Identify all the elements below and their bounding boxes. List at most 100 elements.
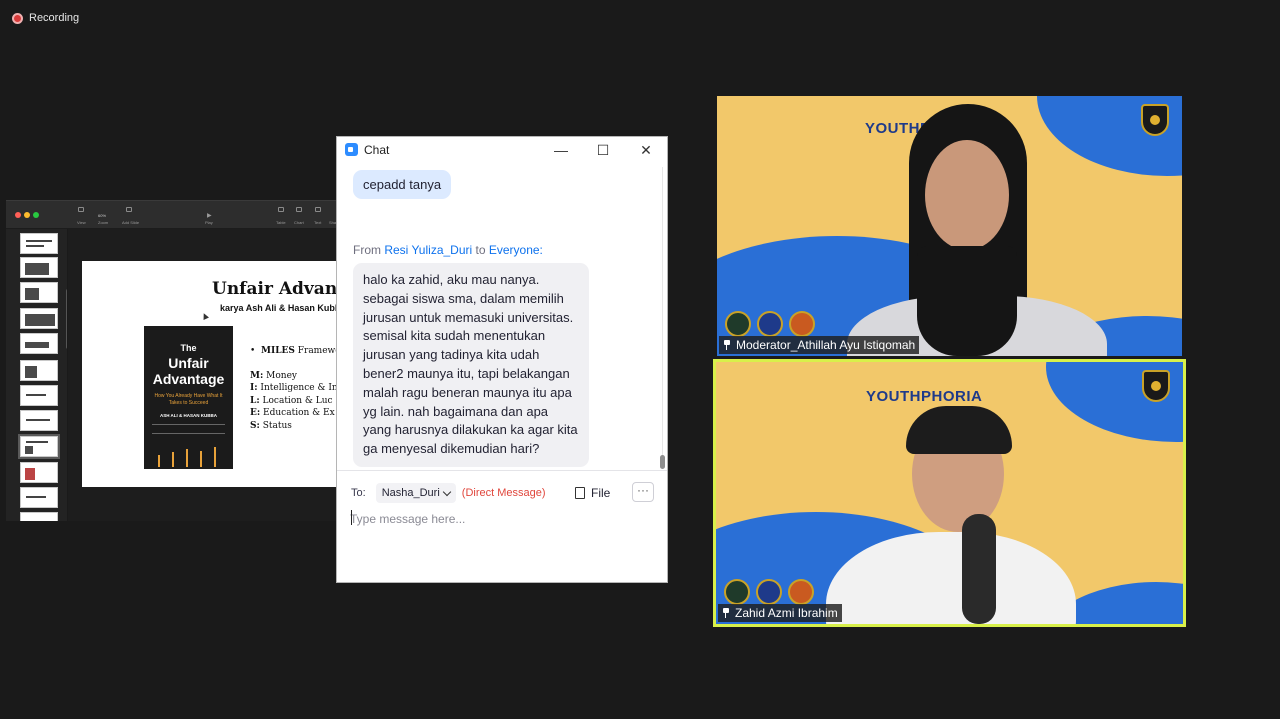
recording-icon bbox=[12, 12, 23, 24]
recipient-name-link[interactable]: Everyone: bbox=[489, 243, 543, 257]
toolbar-zoom-value[interactable]: 60% bbox=[98, 213, 106, 218]
miles-item: M: Money bbox=[250, 370, 297, 381]
slide-navigator[interactable] bbox=[6, 229, 68, 521]
video-tile-moderator[interactable]: YOUTHPHORIA Moderator_Athillah Ayu Istiq… bbox=[717, 96, 1182, 356]
pin-icon bbox=[723, 340, 731, 350]
add-slide-icon[interactable] bbox=[126, 207, 132, 212]
toolbar-play[interactable]: Play bbox=[205, 220, 213, 225]
book-tagline: How You Already Have What It Takes to Su… bbox=[154, 393, 223, 406]
toolbar-view[interactable]: View bbox=[77, 220, 86, 225]
message-list[interactable]: cepadd tanya From Resi Yuliza_Duri to Ev… bbox=[337, 163, 659, 469]
miles-item: I: Intelligence & In bbox=[250, 383, 338, 393]
chart-icon[interactable] bbox=[296, 207, 302, 212]
maximize-button[interactable]: ☐ bbox=[592, 140, 614, 160]
shield-logo-icon bbox=[1142, 370, 1170, 402]
message-sender-line: From Resi Yuliza_Duri to Everyone: bbox=[353, 243, 543, 257]
sponsor-logo-icon bbox=[788, 579, 814, 605]
chat-window[interactable]: Chat — ☐ ✕ cepadd tanya From Resi Yuliza… bbox=[336, 136, 668, 583]
slide-title: Unfair Advantag bbox=[212, 279, 338, 299]
toolbar-table[interactable]: Table bbox=[276, 220, 286, 225]
participant-hair bbox=[906, 406, 1012, 454]
slide-thumbnail[interactable] bbox=[20, 360, 58, 381]
recipient-row: To: Nasha_Duri (Direct Message) File ··· bbox=[351, 482, 655, 504]
toolbar-zoom[interactable]: Zoom bbox=[98, 220, 108, 225]
toolbar-text[interactable]: Text bbox=[314, 220, 321, 225]
recipient-select[interactable]: Nasha_Duri bbox=[375, 483, 456, 503]
slide-thumbnail[interactable] bbox=[20, 308, 58, 329]
miles-item: S: Status bbox=[250, 420, 292, 431]
slide-thumbnail[interactable] bbox=[20, 512, 58, 521]
slide-subtitle: karya Ash Ali & Hasan Kubb bbox=[220, 303, 338, 313]
sponsor-logo-icon bbox=[725, 311, 751, 337]
fullscreen-window-dot-icon[interactable] bbox=[33, 212, 39, 218]
miles-heading: • MILES Framework bbox=[250, 346, 338, 356]
recording-label: Recording bbox=[29, 12, 80, 24]
minimize-button[interactable]: — bbox=[550, 140, 572, 160]
book-authors: ASH ALI & HASAN KUBBA bbox=[159, 413, 218, 418]
book-title-line2: Unfair Advantage bbox=[152, 355, 225, 387]
play-icon[interactable]: ▶ bbox=[207, 212, 212, 219]
view-icon[interactable] bbox=[78, 207, 84, 212]
participant-name-tag: Moderator_Athillah Ayu Istiqomah bbox=[719, 336, 920, 354]
book-arrows bbox=[154, 445, 223, 467]
slide-canvas[interactable]: Unfair Advantag karya Ash Ali & Hasan Ku… bbox=[68, 229, 338, 521]
minimize-window-dot-icon[interactable] bbox=[24, 212, 30, 218]
compose-divider bbox=[337, 470, 667, 471]
chat-scrollbar[interactable] bbox=[659, 167, 665, 469]
slide-thumbnail[interactable] bbox=[20, 282, 58, 303]
slide-thumbnail[interactable] bbox=[20, 233, 58, 254]
close-button[interactable]: ✕ bbox=[635, 140, 657, 160]
message-input[interactable] bbox=[350, 508, 655, 530]
miles-item: L: Location & Luc bbox=[250, 395, 333, 406]
sponsor-logo-icon bbox=[724, 579, 750, 605]
book-title-line1: The bbox=[180, 343, 197, 353]
sponsor-logo-icon bbox=[757, 311, 783, 337]
text-caret bbox=[351, 510, 352, 525]
book-blurb bbox=[152, 424, 225, 434]
brand-banner: YOUTHPHORIA bbox=[866, 388, 983, 405]
message-bubble[interactable]: cepadd tanya bbox=[353, 170, 452, 199]
microphone-icon bbox=[962, 514, 996, 624]
sponsor-logos bbox=[724, 578, 814, 606]
slide: Unfair Advantag karya Ash Ali & Hasan Ku… bbox=[82, 261, 338, 487]
message-bubble[interactable]: halo ka zahid, aku mau nanya. sebagai si… bbox=[353, 263, 589, 467]
slide-thumbnail[interactable] bbox=[20, 257, 58, 278]
slide-thumbnail[interactable] bbox=[20, 410, 58, 431]
keynote-toolbar: View 60% Zoom Add Slide ▶ Play Table Cha… bbox=[6, 201, 338, 229]
participant-face bbox=[925, 140, 1009, 250]
book-cover-image: The Unfair Advantage How You Already Have… bbox=[144, 326, 233, 469]
slide-thumbnail[interactable] bbox=[20, 462, 58, 483]
text-icon[interactable] bbox=[315, 207, 321, 212]
to-label: To: bbox=[351, 487, 366, 499]
recording-indicator[interactable]: Recording bbox=[12, 12, 79, 24]
sponsor-logo-icon bbox=[789, 311, 815, 337]
miles-item: E: Education & Ex bbox=[250, 408, 335, 418]
video-tile-speaker[interactable]: YOUTHPHORIA Zahid Azmi Ibrahim bbox=[713, 359, 1186, 627]
participant-name: Zahid Azmi Ibrahim bbox=[735, 606, 838, 620]
chevron-down-icon bbox=[442, 487, 452, 496]
toolbar-chart[interactable]: Chart bbox=[294, 220, 304, 225]
chat-titlebar[interactable]: Chat — ☐ ✕ bbox=[337, 137, 667, 163]
more-options-button[interactable]: ··· bbox=[632, 482, 654, 502]
sender-name-link[interactable]: Resi Yuliza_Duri bbox=[384, 243, 472, 257]
file-button[interactable]: File bbox=[575, 482, 610, 504]
slide-thumbnail-selected[interactable] bbox=[18, 434, 60, 459]
slide-thumbnail[interactable] bbox=[20, 487, 58, 508]
chat-scrollbar-thumb[interactable] bbox=[660, 455, 665, 469]
sponsor-logo-icon bbox=[756, 579, 782, 605]
recipient-value: Nasha_Duri bbox=[381, 487, 440, 499]
mouse-pointer-icon bbox=[201, 312, 209, 320]
direct-message-label: (Direct Message) bbox=[461, 487, 546, 499]
slide-thumbnail[interactable] bbox=[20, 385, 58, 406]
close-window-dot-icon[interactable] bbox=[15, 212, 21, 218]
zoom-logo-icon bbox=[345, 143, 358, 156]
slide-thumbnail[interactable] bbox=[20, 333, 58, 354]
table-icon[interactable] bbox=[278, 207, 284, 212]
toolbar-add-slide[interactable]: Add Slide bbox=[122, 220, 139, 225]
shared-screen[interactable]: View 60% Zoom Add Slide ▶ Play Table Cha… bbox=[6, 200, 338, 521]
shield-logo-icon bbox=[1141, 104, 1169, 136]
file-icon bbox=[575, 487, 585, 499]
file-label: File bbox=[591, 486, 611, 500]
participant-name: Moderator_Athillah Ayu Istiqomah bbox=[736, 338, 916, 352]
pin-icon bbox=[722, 608, 730, 618]
